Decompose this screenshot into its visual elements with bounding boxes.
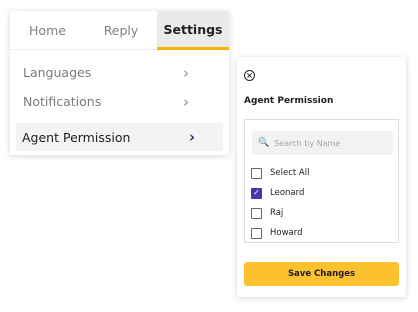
option-raj[interactable]: Raj <box>251 206 283 220</box>
option-label: Howard <box>270 228 303 238</box>
menu-item-label: Agent Permission <box>22 129 131 145</box>
settings-menu: Languages › Notifications › Agent Permis… <box>10 50 229 151</box>
close-icon[interactable]: × <box>244 70 255 81</box>
agent-list-box: 🔍 Select All ✓ Leonard Raj Howard <box>244 119 399 243</box>
agent-permission-panel: × Agent Permission 🔍 Select All ✓ Leonar… <box>237 57 406 297</box>
check-icon: ✓ <box>253 188 260 197</box>
menu-item-label: Languages <box>23 65 92 80</box>
checkbox[interactable] <box>251 227 262 239</box>
checkbox-checked[interactable]: ✓ <box>251 187 262 199</box>
option-select-all[interactable]: Select All <box>251 166 309 180</box>
tab-settings[interactable]: Settings <box>157 11 229 50</box>
tab-home[interactable]: Home <box>10 11 85 50</box>
checkbox[interactable] <box>251 207 262 219</box>
settings-card: Home Reply Settings Languages › Notifica… <box>10 11 229 155</box>
option-leonard[interactable]: ✓ Leonard <box>251 186 304 200</box>
tab-reply[interactable]: Reply <box>85 11 157 50</box>
menu-item-agent-permission[interactable]: Agent Permission › <box>16 123 223 151</box>
menu-item-notifications[interactable]: Notifications › <box>10 87 223 116</box>
save-changes-button[interactable]: Save Changes <box>244 262 399 286</box>
chevron-right-icon: › <box>183 92 189 111</box>
option-label: Leonard <box>270 188 305 198</box>
search-input[interactable] <box>274 138 385 148</box>
menu-item-label: Notifications <box>23 94 102 109</box>
checkbox[interactable] <box>251 167 262 179</box>
search-icon: 🔍 <box>258 138 270 148</box>
chevron-right-icon: › <box>188 128 195 146</box>
option-label: Select All <box>270 168 310 178</box>
option-howard[interactable]: Howard <box>251 226 303 240</box>
menu-item-languages[interactable]: Languages › <box>10 58 223 87</box>
chevron-right-icon: › <box>183 63 189 82</box>
panel-title: Agent Permission <box>244 96 334 106</box>
search-bar: 🔍 <box>252 131 393 155</box>
option-label: Raj <box>270 208 284 218</box>
tab-bar: Home Reply Settings <box>10 11 229 50</box>
